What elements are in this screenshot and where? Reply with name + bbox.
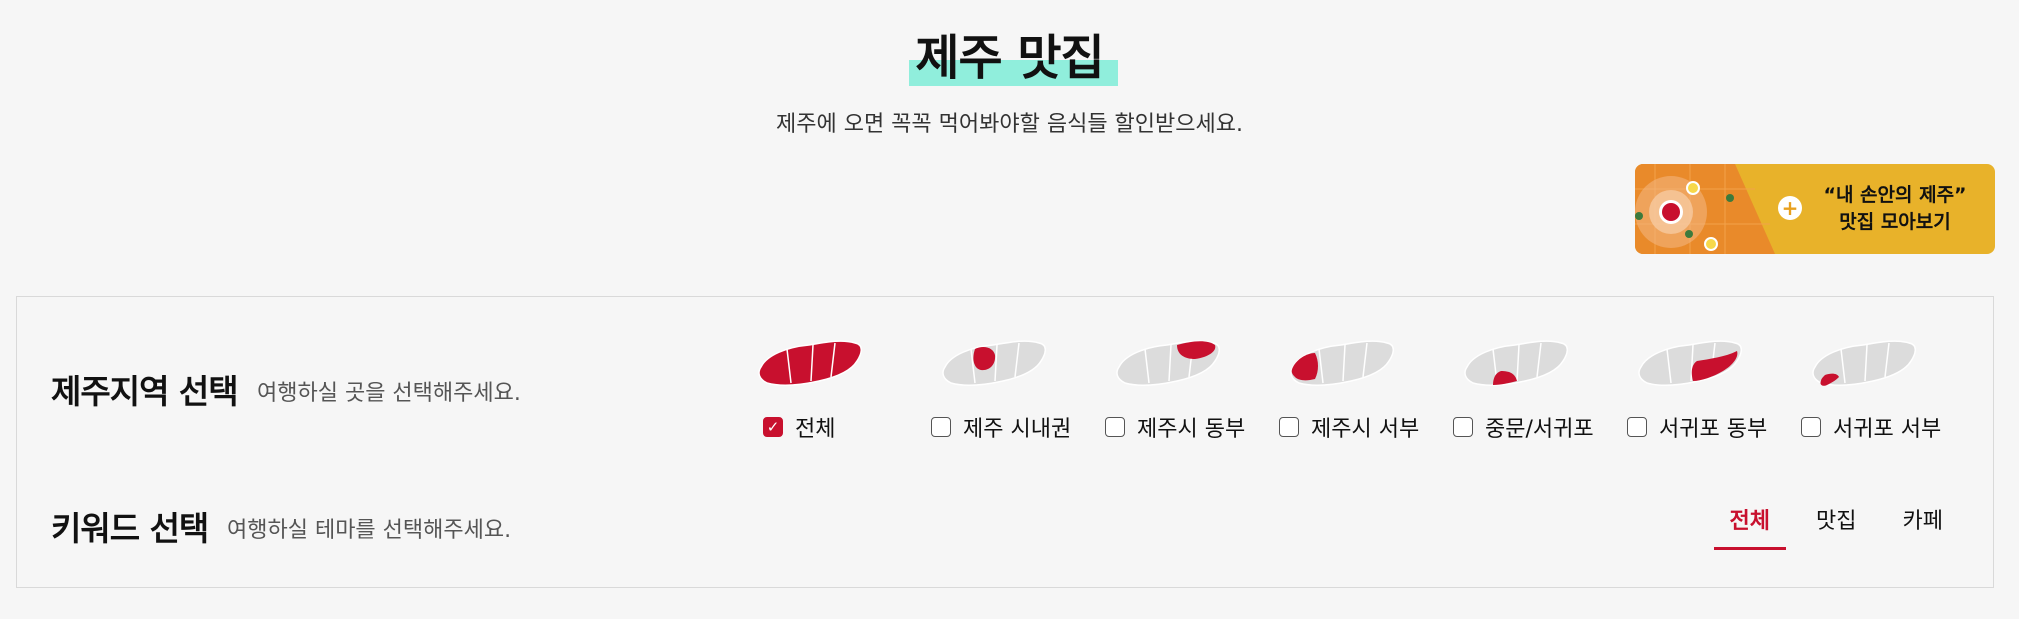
jeju-map-icon [758, 340, 862, 386]
promo-line-2: 맛집 모아보기 [1839, 211, 1951, 233]
region-section-title: 제주지역 선택 [51, 372, 239, 411]
page-title: 제주 맛집 [909, 28, 1118, 88]
region-section-desc: 여행하실 곳을 선택해주세요. [257, 381, 521, 406]
keyword-tab-1[interactable]: 맛집 [1800, 495, 1872, 550]
keyword-tab-2[interactable]: 카페 [1887, 495, 1959, 550]
checkbox[interactable] [1453, 417, 1473, 437]
checkbox[interactable] [931, 417, 951, 437]
jeju-map-icon [1638, 340, 1742, 386]
region-option-5[interactable]: 서귀포 동부 [1627, 337, 1787, 442]
promo-banner-button[interactable]: + “내 손안의 제주” 맛집 모아보기 [1635, 164, 1995, 254]
region-option-row: 중문/서귀포 [1453, 411, 1594, 443]
keyword-section-title: 키워드 선택 [51, 509, 209, 548]
region-option-row: 서귀포 서부 [1801, 411, 1941, 443]
jeju-map-icon [1464, 340, 1568, 386]
region-option-row: 서귀포 동부 [1627, 411, 1767, 443]
page-subtitle: 제주에 오면 꼭꼭 먹어봐야할 음식들 할인받으세요. [775, 112, 1243, 137]
filter-panel: 제주지역 선택 여행하실 곳을 선택해주세요. ✓ 전체 제주 시내권 제주시 동부 제… [16, 296, 1994, 588]
promo-text: “내 손안의 제주” 맛집 모아보기 [1810, 182, 1980, 236]
checkbox[interactable] [1627, 417, 1647, 437]
region-option-label: 제주 시내권 [963, 417, 1072, 442]
region-option-label: 서귀포 동부 [1659, 417, 1768, 442]
jeju-map-icon [942, 340, 1046, 386]
promo-line-1: “내 손안의 제주” [1823, 184, 1967, 206]
region-option-label: 제주시 서부 [1311, 417, 1420, 442]
region-option-0[interactable]: ✓ 전체 [757, 337, 917, 442]
check-icon: ✓ [766, 418, 780, 436]
keyword-section-desc: 여행하실 테마를 선택해주세요. [227, 518, 512, 543]
jeju-map-icon [1812, 340, 1916, 386]
plus-icon: + [1778, 196, 1802, 220]
region-option-label: 전체 [795, 417, 836, 442]
region-option-row: 제주시 동부 [1105, 411, 1245, 443]
region-option-6[interactable]: 서귀포 서부 [1801, 337, 1961, 442]
checkbox-checked[interactable]: ✓ [763, 417, 783, 437]
jeju-map-icon [1116, 340, 1220, 386]
region-option-3[interactable]: 제주시 서부 [1279, 337, 1439, 442]
checkbox[interactable] [1105, 417, 1125, 437]
keyword-tab-0[interactable]: 전체 [1713, 495, 1787, 550]
region-option-row: 제주시 서부 [1279, 411, 1419, 443]
region-option-2[interactable]: 제주시 동부 [1105, 337, 1265, 442]
page-title-wrap: 제주 맛집 [0, 28, 2019, 88]
region-option-label: 중문/서귀포 [1485, 417, 1594, 442]
checkbox[interactable] [1279, 417, 1299, 437]
keyword-tabs: 전체 맛집 카페 [1700, 495, 1959, 550]
jeju-map-icon [1290, 340, 1394, 386]
region-option-4[interactable]: 중문/서귀포 [1453, 337, 1613, 442]
region-option-row: ✓ 전체 [763, 411, 835, 443]
region-option-row: 제주 시내권 [931, 411, 1071, 443]
region-option-label: 서귀포 서부 [1833, 417, 1942, 442]
region-option-1[interactable]: 제주 시내권 [931, 337, 1091, 442]
region-option-label: 제주시 동부 [1137, 417, 1246, 442]
checkbox[interactable] [1801, 417, 1821, 437]
